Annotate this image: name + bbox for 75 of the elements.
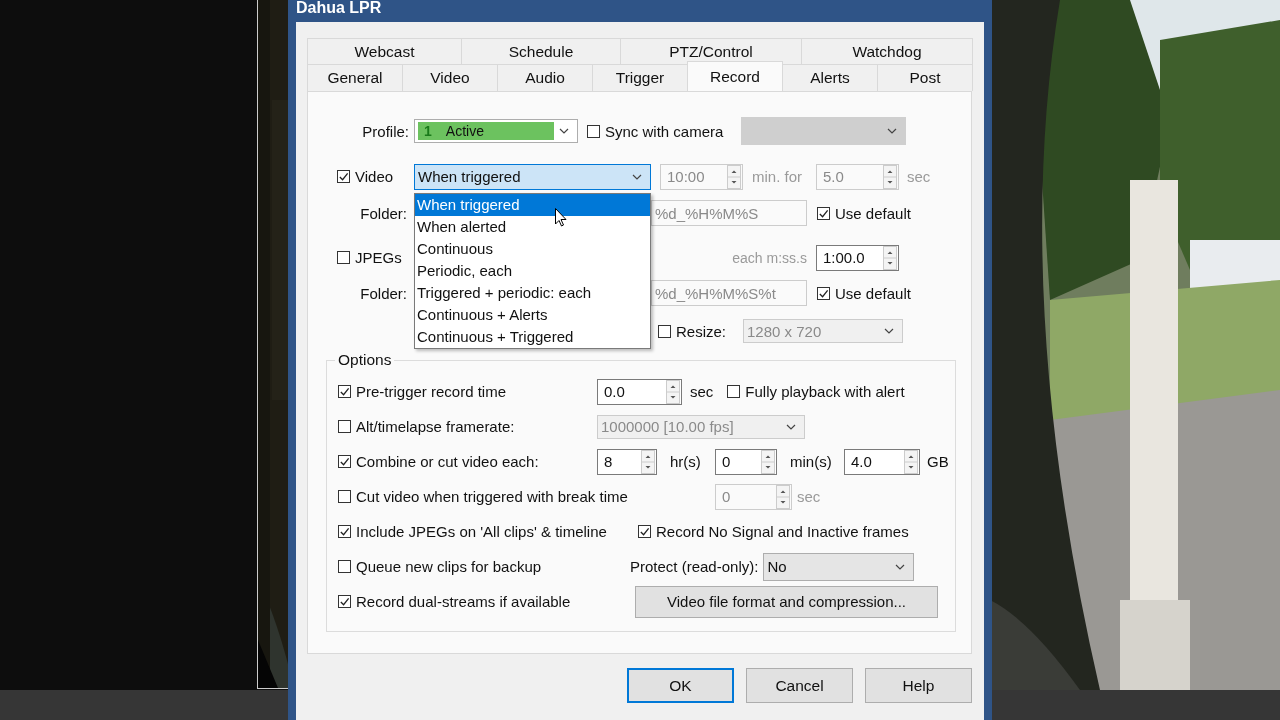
checkbox[interactable]	[727, 385, 741, 398]
spin-box[interactable]: 0.0	[597, 378, 682, 405]
chevron-icon	[895, 563, 906, 570]
dropdown-option[interactable]: When alerted	[415, 216, 650, 238]
spin-arrows-icon[interactable]	[761, 449, 775, 474]
checkbox-label[interactable]: Fully playback with alert	[745, 383, 905, 400]
spin-box[interactable]: 4.0	[844, 448, 920, 475]
cursor-icon	[555, 208, 567, 227]
spin-arrows-icon[interactable]	[666, 379, 680, 404]
unit-label: min(s)	[790, 453, 833, 470]
dropdown-option[interactable]: When triggered	[415, 194, 650, 216]
chevron-icon	[884, 328, 894, 334]
checkbox-label[interactable]: Video	[355, 168, 394, 185]
unit-label: each m:ss.s	[731, 249, 807, 266]
spin-box[interactable]: 8	[597, 448, 657, 475]
chevron-icon	[632, 173, 642, 180]
dropdown-option[interactable]: Continuous + Triggered	[415, 326, 650, 348]
checkbox[interactable]	[817, 206, 830, 220]
spin-box[interactable]: 0	[715, 448, 777, 475]
dropdown-option[interactable]: Periodic, each	[415, 260, 650, 282]
unit-label: min. for	[752, 168, 803, 185]
spin-box[interactable]: 1:00.0	[816, 244, 899, 271]
spin-arrows-icon[interactable]	[883, 245, 897, 270]
group-title: Options	[335, 351, 395, 369]
unit-label: sec	[690, 383, 714, 400]
checkbox-label[interactable]: Sync with camera	[605, 122, 724, 140]
dialog-button[interactable]: OK	[627, 668, 734, 703]
checkbox[interactable]	[817, 286, 830, 300]
chevron-icon	[887, 128, 897, 134]
dropdown-option[interactable]: Triggered + periodic: each	[415, 282, 650, 304]
checkbox-label[interactable]: Include JPEGs on 'All clips' & timeline	[356, 523, 607, 540]
checkbox[interactable]	[338, 455, 351, 468]
unit-label: sec	[797, 488, 821, 505]
tab[interactable]: Webcast	[307, 38, 462, 64]
checkbox[interactable]	[338, 560, 351, 573]
checkbox-label[interactable]: Record No Signal and Inactive frames	[656, 523, 909, 540]
checkbox[interactable]	[638, 525, 651, 538]
checkbox[interactable]	[338, 385, 351, 398]
checkbox[interactable]	[337, 251, 350, 264]
chevron-icon	[559, 128, 569, 134]
unit-label: hr(s)	[670, 453, 702, 470]
field-label: Protect (read-only):	[630, 558, 759, 575]
dialog-button[interactable]: Cancel	[746, 668, 853, 703]
field-label: Folder:	[360, 204, 407, 222]
dropdown-option[interactable]: Continuous	[415, 238, 650, 260]
tab[interactable]: Post	[877, 64, 973, 91]
checkbox-label[interactable]: Use default	[835, 284, 911, 302]
checkbox[interactable]	[338, 525, 351, 538]
checkbox-label[interactable]: Pre-trigger record time	[356, 383, 507, 400]
record-mode-dropdown[interactable]: When triggered	[414, 163, 651, 190]
format-button[interactable]: Video file format and compression...	[635, 585, 938, 618]
chevron-icon	[786, 423, 796, 430]
checkbox-label[interactable]: Record dual-streams if available	[356, 593, 571, 610]
unit-label: sec	[907, 168, 931, 185]
checkbox-label[interactable]: Queue new clips for backup	[356, 558, 542, 575]
tab[interactable]: General	[307, 64, 403, 91]
checkbox[interactable]	[587, 124, 600, 138]
checkbox[interactable]	[338, 595, 351, 608]
checkbox-label[interactable]: Combine or cut video each:	[356, 453, 539, 470]
protect-dropdown[interactable]: No	[763, 552, 915, 581]
spin-arrows-icon[interactable]	[641, 449, 655, 474]
unit-label: GB	[927, 453, 949, 470]
tab[interactable]: Record	[687, 61, 783, 91]
profile-dropdown[interactable]: 1 Active	[414, 119, 578, 143]
window-title: Dahua LPR	[296, 0, 382, 18]
checkbox-label[interactable]: Use default	[835, 204, 911, 222]
tab[interactable]: Watchdog	[801, 38, 973, 64]
checkbox[interactable]	[337, 170, 350, 183]
field-label: Profile:	[362, 122, 409, 140]
field-label: Folder:	[360, 284, 407, 302]
checkbox-label[interactable]: JPEGs	[355, 249, 402, 266]
profile-value: 1 Active	[418, 122, 554, 140]
dropdown-option[interactable]: Continuous + Alerts	[415, 304, 650, 326]
spin-arrows-icon[interactable]	[904, 449, 918, 474]
dialog-button[interactable]: Help	[865, 668, 972, 703]
